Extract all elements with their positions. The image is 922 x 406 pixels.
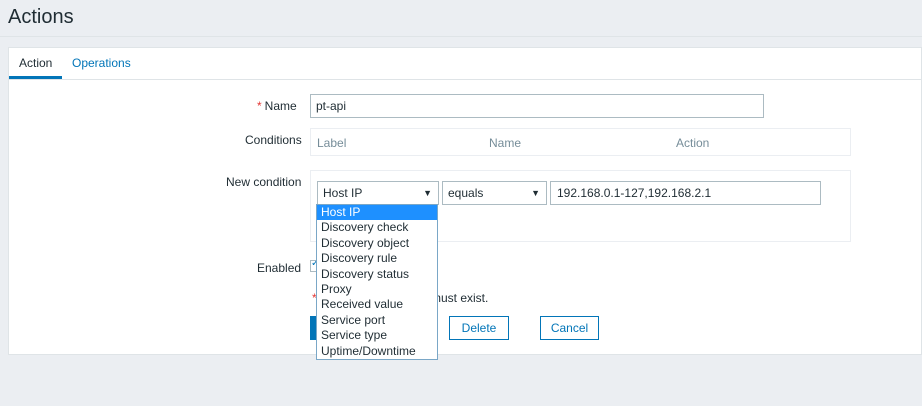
dropdown-option-discovery-check[interactable]: Discovery check [317, 220, 437, 235]
dropdown-option-uptime-downtime[interactable]: Uptime/Downtime [317, 344, 437, 359]
conditions-table: Label Name Action [310, 128, 851, 156]
tab-operations[interactable]: Operations [62, 48, 141, 79]
enabled-label: Enabled [257, 261, 302, 275]
dropdown-option-received-value[interactable]: Received value [317, 297, 437, 312]
condition-operator-value: equals [448, 186, 484, 200]
dropdown-option-discovery-status[interactable]: Discovery status [317, 267, 437, 282]
dropdown-option-discovery-rule[interactable]: Discovery rule [317, 251, 437, 266]
chevron-down-icon: ▼ [423, 188, 432, 198]
required-mark: * [257, 99, 262, 113]
conditions-column-label: Label [317, 136, 347, 150]
dropdown-option-proxy[interactable]: Proxy [317, 282, 437, 297]
tab-action[interactable]: Action [9, 48, 63, 79]
action-form-panel: Action Operations *Name Conditions Label… [8, 47, 922, 355]
name-label: * Name [257, 99, 297, 113]
page-title: Actions [8, 6, 74, 28]
chevron-down-icon: ▼ [531, 188, 540, 198]
cancel-button[interactable]: Cancel [540, 316, 599, 340]
dropdown-option-host-ip[interactable]: Host IP [317, 205, 437, 221]
delete-button[interactable]: Delete [449, 316, 509, 340]
title-divider [0, 36, 922, 37]
conditions-column-name: Name [489, 136, 522, 150]
name-input[interactable] [310, 94, 764, 118]
dropdown-option-service-type[interactable]: Service type [317, 328, 437, 343]
condition-value-input[interactable] [550, 181, 821, 205]
tab-bar: Action Operations [9, 48, 921, 80]
condition-type-value: Host IP [323, 186, 363, 200]
condition-type-select[interactable]: Host IP ▼ [317, 181, 439, 205]
condition-type-dropdown: Host IP Discovery check Discovery object… [316, 204, 438, 360]
conditions-label: Conditions [245, 133, 302, 147]
new-condition-label: New condition [226, 175, 302, 189]
dropdown-option-discovery-object[interactable]: Discovery object [317, 236, 437, 251]
dropdown-option-service-port[interactable]: Service port [317, 313, 437, 328]
condition-operator-select[interactable]: equals ▼ [442, 181, 547, 205]
must-exist-text: must exist. [431, 291, 489, 305]
conditions-column-action: Action [676, 136, 710, 150]
